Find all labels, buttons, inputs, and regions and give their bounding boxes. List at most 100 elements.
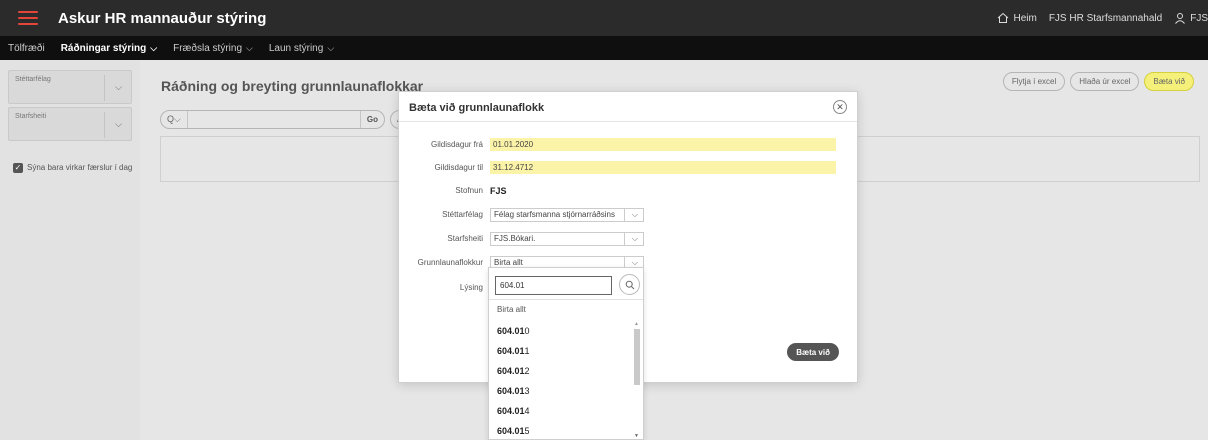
- close-icon[interactable]: ✕: [833, 100, 847, 114]
- nav-training[interactable]: Fræðsla stýring ⌵: [165, 36, 261, 60]
- match-text: 604.01: [497, 386, 525, 396]
- jobtitle-row: Starfsheiti FJS.Bókari. ⌵: [399, 232, 857, 246]
- user-menu[interactable]: FJS: [1174, 12, 1208, 24]
- list-item[interactable]: 604.012: [489, 361, 634, 381]
- payclass-select-value: Birta allt: [494, 258, 523, 267]
- nav-payroll-label: Laun stýring: [268, 42, 324, 54]
- nav-hiring-label: Ráðningar stýring: [60, 42, 147, 54]
- match-text: 604.01: [497, 406, 525, 416]
- match-text: 604.01: [497, 346, 525, 356]
- valid-from-label: Gildisdagur frá: [430, 140, 483, 149]
- scrollbar-thumb[interactable]: [634, 329, 640, 385]
- dropdown-search-input[interactable]: 604.01: [495, 276, 612, 295]
- description-label: Lýsing: [459, 282, 483, 292]
- divider: [489, 299, 643, 300]
- only-active-checkbox[interactable]: ✓ Sýna bara virkar færslur í dag: [13, 163, 133, 173]
- jobtitle-filter-label: Starfsheiti: [15, 113, 47, 120]
- nav-statistics[interactable]: Tölfræði: [0, 36, 53, 60]
- valid-to-label: Gildisdagur til: [434, 163, 483, 172]
- search-icon[interactable]: Q⌵: [161, 111, 188, 128]
- org-label: FJS HR Starfsmannahald: [1048, 12, 1163, 24]
- search-row: Q⌵ Go Actio: [160, 110, 422, 129]
- divider: [104, 112, 105, 138]
- divider: [624, 209, 625, 221]
- user-icon: [1175, 13, 1186, 24]
- chevron-down-icon: ⌵: [631, 210, 638, 219]
- list-item[interactable]: 604.015: [489, 421, 634, 439]
- user-label: FJS: [1190, 12, 1208, 24]
- list-item[interactable]: 604.013: [489, 381, 634, 401]
- union-label: Stéttarfélag: [442, 210, 483, 219]
- page-title: Ráðning og breyting grunnlaunaflokkar: [161, 78, 424, 94]
- rest-text: 1: [524, 346, 530, 356]
- submit-add-button[interactable]: Bæta við: [787, 343, 839, 361]
- only-active-label: Sýna bara virkar færslur í dag: [27, 163, 133, 172]
- add-button[interactable]: Bæta við: [1144, 72, 1194, 91]
- export-excel-button[interactable]: Flytja í excel: [1002, 72, 1066, 91]
- list-item[interactable]: 604.014: [489, 401, 634, 421]
- rest-text: 5: [524, 426, 530, 436]
- match-text: 604.01: [497, 426, 525, 436]
- jobtitle-select[interactable]: FJS.Bókari. ⌵: [490, 232, 644, 246]
- divider: [624, 233, 625, 245]
- list-item[interactable]: 604.010: [489, 321, 634, 341]
- chevron-down-icon: ⌵: [246, 42, 253, 53]
- top-bar: Askur HR mannauður stýring Heim FJS HR S…: [0, 0, 1208, 36]
- chevron-down-icon: ⌵: [631, 234, 638, 243]
- scroll-up-icon[interactable]: ▲: [634, 321, 639, 327]
- valid-to-field[interactable]: 31.12.4712: [490, 161, 836, 174]
- institution-label: Stofnun: [455, 186, 483, 195]
- go-button[interactable]: Go: [359, 111, 384, 128]
- union-filter-label: Stéttarfélag: [15, 76, 51, 83]
- jobtitle-label: Starfsheiti: [447, 234, 483, 243]
- import-excel-button[interactable]: Hlaða úr excel: [1070, 72, 1140, 91]
- dropdown-list: 604.010 604.011 604.012 604.013 604.014 …: [489, 321, 634, 439]
- divider: [104, 75, 105, 101]
- app-title: Askur HR mannauður stýring: [58, 9, 267, 27]
- show-all-option[interactable]: Birta allt: [497, 305, 526, 314]
- main-nav: Tölfræði Ráðningar stýring ⌵ Fræðsla stýr…: [0, 36, 1208, 60]
- home-label: Heim: [1013, 12, 1037, 24]
- nav-hiring[interactable]: Ráðningar stýring ⌵: [53, 36, 165, 60]
- search-icon[interactable]: [619, 274, 640, 295]
- top-right-links: Heim FJS HR Starfsmannahald FJS: [997, 0, 1208, 36]
- menu-icon[interactable]: [18, 11, 38, 25]
- dialog-title: Bæta við grunnlaunaflokk: [409, 102, 545, 114]
- rest-text: 3: [524, 386, 530, 396]
- nav-payroll[interactable]: Laun stýring ⌵: [261, 36, 342, 60]
- home-icon: [998, 12, 1009, 23]
- scrollbar[interactable]: ▲ ▼: [633, 321, 641, 439]
- nav-statistics-label: Tölfræði: [8, 42, 45, 54]
- union-select-value: Félag starfsmanna stjórnarráðsins: [494, 210, 615, 219]
- list-item[interactable]: 604.011: [489, 341, 634, 361]
- payclass-dropdown: 604.01 Birta allt 604.010 604.011 604.01…: [488, 267, 644, 440]
- checkbox-checked-icon[interactable]: ✓: [13, 163, 23, 173]
- valid-to-row: Gildisdagur til 31.12.4712: [399, 161, 857, 174]
- institution-row: Stofnun FJS: [399, 184, 857, 197]
- chevron-down-icon: ⌵: [115, 82, 122, 92]
- valid-from-row: Gildisdagur frá 01.01.2020: [399, 138, 857, 151]
- rest-text: 0: [524, 326, 530, 336]
- payclass-label: Grunnlaunaflokkur: [417, 258, 483, 267]
- valid-from-field[interactable]: 01.01.2020: [490, 138, 836, 151]
- home-link[interactable]: Heim: [997, 12, 1037, 24]
- chevron-down-icon: ⌵: [115, 119, 122, 129]
- divider: [399, 121, 857, 122]
- jobtitle-select-value: FJS.Bókari.: [494, 234, 536, 243]
- chevron-down-icon: ⌵: [150, 42, 158, 53]
- toolbar: Flytja í excel Hlaða úr excel Bæta við: [1002, 72, 1194, 91]
- scroll-down-icon[interactable]: ▼: [634, 433, 639, 439]
- org-link[interactable]: FJS HR Starfsmannahald: [1049, 13, 1162, 24]
- rest-text: 2: [524, 366, 530, 376]
- union-select[interactable]: Félag starfsmanna stjórnarráðsins ⌵: [490, 208, 644, 222]
- jobtitle-filter[interactable]: Starfsheiti ⌵: [8, 107, 132, 141]
- rest-text: 4: [524, 406, 530, 416]
- search-input[interactable]: Q⌵ Go: [160, 110, 385, 129]
- union-filter[interactable]: Stéttarfélag ⌵: [8, 70, 132, 104]
- institution-value: FJS: [490, 185, 507, 196]
- chevron-down-icon: ⌵: [327, 42, 335, 53]
- nav-training-label: Fræðsla stýring: [173, 42, 242, 54]
- match-text: 604.01: [497, 366, 525, 376]
- filter-panel: Stéttarfélag ⌵ Starfsheiti ⌵ ✓ Sýna bara…: [0, 60, 140, 440]
- match-text: 604.01: [497, 326, 525, 336]
